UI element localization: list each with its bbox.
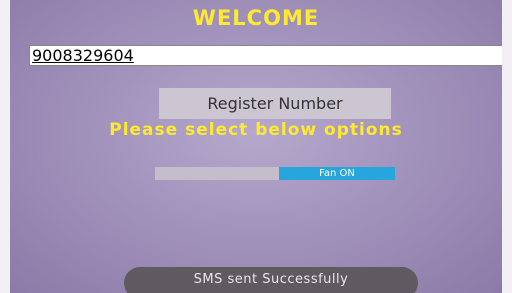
sms-toast: SMS sent Successfully	[124, 267, 418, 293]
instruction-text: Please select below options	[109, 120, 403, 140]
fan-toggle-off-segment[interactable]	[155, 167, 279, 180]
welcome-title: WELCOME	[192, 6, 320, 30]
fan-toggle[interactable]: Fan ON	[155, 167, 395, 180]
phone-number-input[interactable]: 9008329604	[29, 45, 502, 66]
register-number-button[interactable]: Register Number	[159, 88, 391, 119]
app-screen: WELCOME 9008329604 Register Number Pleas…	[10, 0, 502, 293]
fan-toggle-on-segment[interactable]: Fan ON	[279, 167, 395, 180]
